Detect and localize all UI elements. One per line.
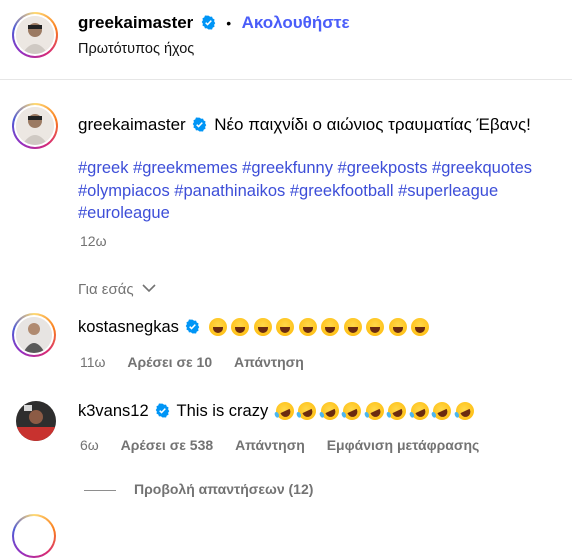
comment-time: 6ω	[80, 437, 99, 453]
verified-badge-icon	[201, 15, 216, 30]
original-audio-link[interactable]: Πρωτότυπος ήχος	[78, 41, 194, 57]
rofl-emoji-icon	[452, 399, 477, 423]
comment-emoji-row	[272, 399, 479, 423]
laughing-emoji-icon	[366, 318, 385, 336]
next-comment-avatar[interactable]	[12, 514, 56, 558]
comment-username[interactable]: k3vans12	[78, 402, 149, 420]
view-replies-line	[84, 490, 116, 491]
comment-time: 11ω	[80, 354, 106, 370]
chevron-down-icon	[142, 284, 156, 293]
laughing-emoji-icon	[298, 318, 317, 336]
view-replies-button[interactable]: Προβολή απαντήσεων (12)	[134, 481, 313, 497]
verified-badge-icon	[193, 117, 207, 132]
laughing-emoji-icon	[343, 318, 362, 336]
for-you-label: Για εσάς	[78, 281, 134, 298]
rofl-emoji-icon	[362, 399, 387, 423]
verified-badge-icon	[155, 403, 170, 418]
for-you-filter[interactable]: Για εσάς	[78, 281, 156, 298]
comment-username[interactable]: kostasnegkas	[78, 318, 179, 336]
post-caption: Νέο παιχνίδι ο αιώνιος τραυματίας Έβανς!	[214, 115, 531, 134]
laughing-emoji-icon	[231, 318, 250, 336]
see-translation-button[interactable]: Εμφάνιση μετάφρασης	[327, 437, 480, 453]
post-hashtags[interactable]: #greek #greekmemes #greekfunny #greekpos…	[78, 157, 564, 225]
separator-dot: •	[226, 15, 232, 31]
comment-reply-button[interactable]: Απάντηση	[234, 354, 304, 370]
rofl-emoji-icon	[272, 399, 297, 423]
rofl-emoji-icon	[407, 399, 432, 423]
post-avatar[interactable]	[12, 103, 58, 149]
laughing-emoji-icon	[253, 318, 272, 336]
comment-emoji-row	[208, 318, 434, 336]
laughing-emoji-icon	[208, 318, 227, 336]
verified-badge-icon	[186, 319, 200, 334]
laughing-emoji-icon	[411, 318, 430, 336]
comment-avatar[interactable]	[12, 313, 56, 357]
follow-button[interactable]: Ακολουθήστε	[242, 13, 350, 32]
comment-text: This is crazy	[176, 402, 269, 420]
header-avatar[interactable]	[12, 12, 58, 58]
laughing-emoji-icon	[321, 318, 340, 336]
header-username[interactable]: greekaimaster	[78, 13, 193, 32]
rofl-emoji-icon	[385, 399, 410, 423]
rofl-emoji-icon	[340, 399, 365, 423]
laughing-emoji-icon	[388, 318, 407, 336]
comment-likes-button[interactable]: Αρέσει σε 10	[127, 354, 212, 370]
header-divider	[0, 79, 572, 80]
comment-likes-button[interactable]: Αρέσει σε 538	[121, 437, 214, 453]
post-username[interactable]: greekaimaster	[78, 115, 186, 134]
rofl-emoji-icon	[430, 399, 455, 423]
post-time: 12ω	[80, 233, 107, 249]
rofl-emoji-icon	[295, 399, 320, 423]
comment-avatar[interactable]	[16, 401, 56, 441]
rofl-emoji-icon	[317, 399, 342, 423]
comment-reply-button[interactable]: Απάντηση	[235, 437, 305, 453]
laughing-emoji-icon	[276, 318, 295, 336]
